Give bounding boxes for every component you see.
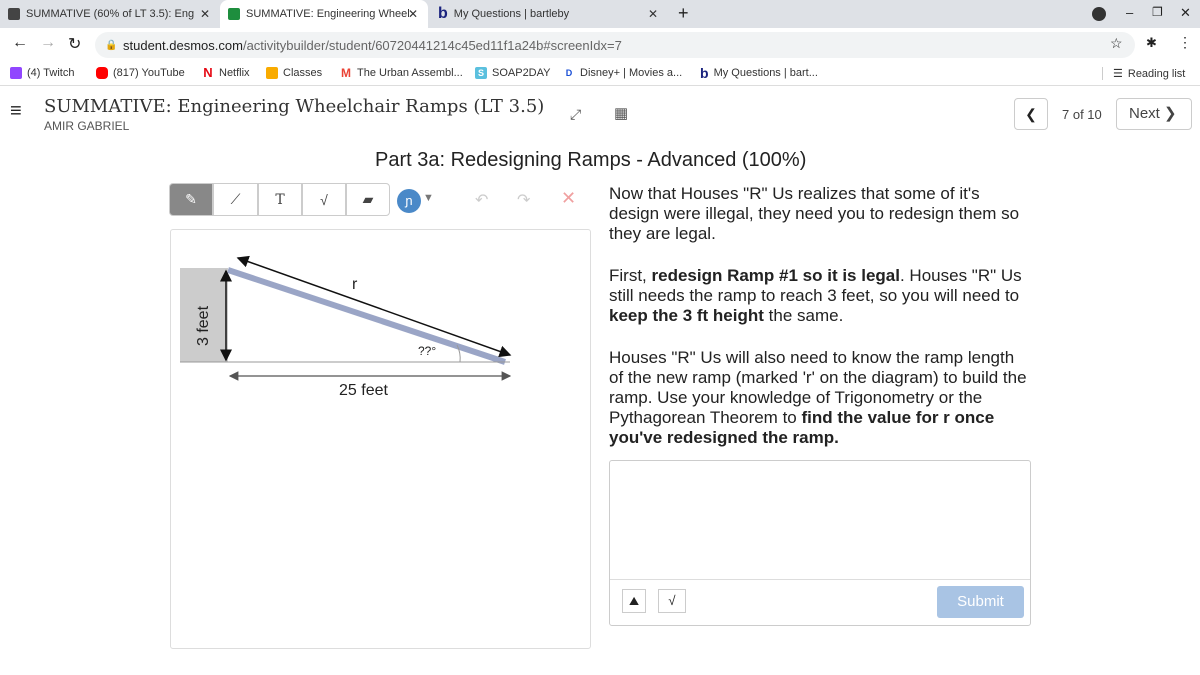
submit-button[interactable]: Submit bbox=[937, 586, 1024, 618]
ramp-diagram bbox=[180, 255, 512, 381]
close-window-button[interactable]: ✕ bbox=[1180, 5, 1191, 21]
restore-button[interactable]: ❐ bbox=[1152, 5, 1163, 19]
clear-icon[interactable]: ✕ bbox=[561, 188, 576, 209]
bookmark-soap2day[interactable]: S SOAP2DAY bbox=[475, 67, 551, 79]
tab-strip: SUMMATIVE (60% of LT 3.5): Eng ✕ SUMMATIV… bbox=[0, 0, 1200, 28]
twitch-icon bbox=[10, 67, 22, 79]
tab-summative-engineering[interactable]: SUMMATIVE: Engineering Wheel ✕ bbox=[220, 0, 428, 28]
screen-heading: Part 3a: Redesigning Ramps - Advanced (1… bbox=[375, 149, 807, 171]
prompt-text: Now that Houses "R" Us realizes that som… bbox=[609, 184, 1029, 448]
bookmarks-bar: (4) Twitch (817) YouTube N Netflix Classe… bbox=[0, 62, 1200, 86]
extensions-icon[interactable]: ✱ bbox=[1146, 35, 1157, 51]
bartleby-icon: b bbox=[700, 65, 709, 81]
line-tool[interactable]: ⟋ bbox=[213, 183, 258, 216]
ramp-line bbox=[227, 267, 506, 365]
close-tab-icon[interactable]: ✕ bbox=[408, 7, 418, 21]
insert-image-icon[interactable]: ⛰ bbox=[622, 589, 646, 613]
color-picker-button[interactable]: ɲ bbox=[397, 189, 421, 213]
ramp-length-arrow bbox=[236, 255, 512, 358]
new-tab-button[interactable]: + bbox=[678, 3, 689, 24]
sketch-canvas[interactable]: r ??° 25 feet 3 feet bbox=[170, 229, 591, 649]
address-bar-row: ← → ↻ 🔒 student.desmos.com/activitybuilde… bbox=[0, 28, 1200, 62]
youtube-icon bbox=[96, 67, 108, 79]
sqrt-icon: √ bbox=[320, 191, 328, 208]
bookmark-youtube[interactable]: (817) YouTube bbox=[96, 67, 185, 79]
text-tool[interactable]: T bbox=[258, 183, 302, 216]
paragraph-length: Houses "R" Us will also need to know the… bbox=[609, 348, 1027, 447]
reading-list[interactable]: ☰ Reading list bbox=[1102, 67, 1185, 80]
url-input[interactable]: 🔒 student.desmos.com/activitybuilder/stud… bbox=[95, 32, 1135, 58]
math-input-icon[interactable]: √ bbox=[658, 589, 686, 613]
classroom-icon bbox=[266, 67, 278, 79]
student-name: AMIR GABRIEL bbox=[44, 119, 130, 133]
desmos-icon bbox=[228, 8, 240, 20]
eraser-icon: ▰ bbox=[362, 191, 374, 207]
page-indicator: 7 of 10 bbox=[1062, 107, 1102, 122]
tab-summative-60[interactable]: SUMMATIVE (60% of LT 3.5): Eng ✕ bbox=[0, 0, 220, 28]
minimize-button[interactable]: – bbox=[1126, 5, 1133, 20]
bookmark-disney[interactable]: D Disney+ | Movies a... bbox=[563, 67, 682, 79]
hamburger-menu-icon[interactable]: ≡ bbox=[10, 100, 22, 123]
disney-icon: D bbox=[565, 68, 573, 78]
divider bbox=[610, 579, 1030, 580]
netflix-icon: N bbox=[203, 65, 213, 80]
reading-list-icon: ☰ bbox=[1113, 68, 1123, 80]
line-icon: ⟋ bbox=[230, 191, 241, 207]
label-angle: ??° bbox=[418, 344, 437, 358]
activity-header: ≡ SUMMATIVE: Engineering Wheelchair Ramp… bbox=[0, 86, 1200, 140]
pencil-icon: ✎ bbox=[185, 191, 197, 207]
lock-icon: 🔒 bbox=[105, 39, 118, 51]
menu-icon[interactable]: ⋮ bbox=[1178, 34, 1192, 51]
previous-button[interactable]: ❮ bbox=[1014, 98, 1048, 130]
response-box[interactable]: ⛰ √ Submit bbox=[609, 460, 1031, 626]
label-height: 3 feet bbox=[195, 305, 212, 346]
next-button[interactable]: Next ❯ bbox=[1116, 98, 1192, 130]
bookmark-bartleby[interactable]: b My Questions | bart... bbox=[700, 65, 818, 81]
close-tab-icon[interactable]: ✕ bbox=[200, 7, 210, 21]
paragraph-redesign: First, redesign Ramp #1 so it is legal. … bbox=[609, 266, 1022, 325]
chevron-down-icon[interactable]: ▼ bbox=[423, 192, 434, 204]
soap2day-icon: S bbox=[475, 67, 487, 79]
bookmark-twitch[interactable]: (4) Twitch bbox=[10, 67, 74, 79]
paragraph-intro: Now that Houses "R" Us realizes that som… bbox=[609, 184, 1020, 243]
label-base: 25 feet bbox=[339, 382, 388, 399]
math-tool[interactable]: √ bbox=[302, 183, 346, 216]
activity-title: SUMMATIVE: Engineering Wheelchair Ramps … bbox=[44, 96, 545, 117]
pencil-tool[interactable]: ✎ bbox=[169, 183, 213, 216]
bookmark-netflix[interactable]: N Netflix bbox=[202, 65, 249, 80]
bookmark-classes[interactable]: Classes bbox=[266, 67, 322, 79]
gmail-icon: M bbox=[341, 66, 351, 80]
label-r: r bbox=[352, 276, 358, 293]
tab-bartleby[interactable]: b My Questions | bartleby ✕ bbox=[430, 0, 668, 28]
calculator-icon[interactable]: ▦ bbox=[614, 104, 628, 122]
forward-icon[interactable]: → bbox=[40, 34, 56, 52]
reload-icon[interactable]: ↻ bbox=[68, 34, 81, 54]
bookmark-urban-assembly[interactable]: M The Urban Assembl... bbox=[340, 67, 463, 79]
bartleby-icon: b bbox=[438, 5, 448, 22]
bookmark-star-icon[interactable]: ☆ bbox=[1110, 35, 1123, 52]
close-tab-icon[interactable]: ✕ bbox=[648, 7, 658, 21]
classroom-icon bbox=[8, 8, 20, 20]
back-icon[interactable]: ← bbox=[12, 34, 28, 52]
undo-icon[interactable]: ↶ bbox=[475, 190, 488, 210]
fullscreen-icon[interactable]: ⤢ bbox=[570, 106, 581, 123]
redo-icon[interactable]: ↷ bbox=[517, 190, 530, 210]
eraser-tool[interactable]: ▰ bbox=[346, 183, 390, 216]
profile-icon[interactable] bbox=[1092, 7, 1106, 21]
